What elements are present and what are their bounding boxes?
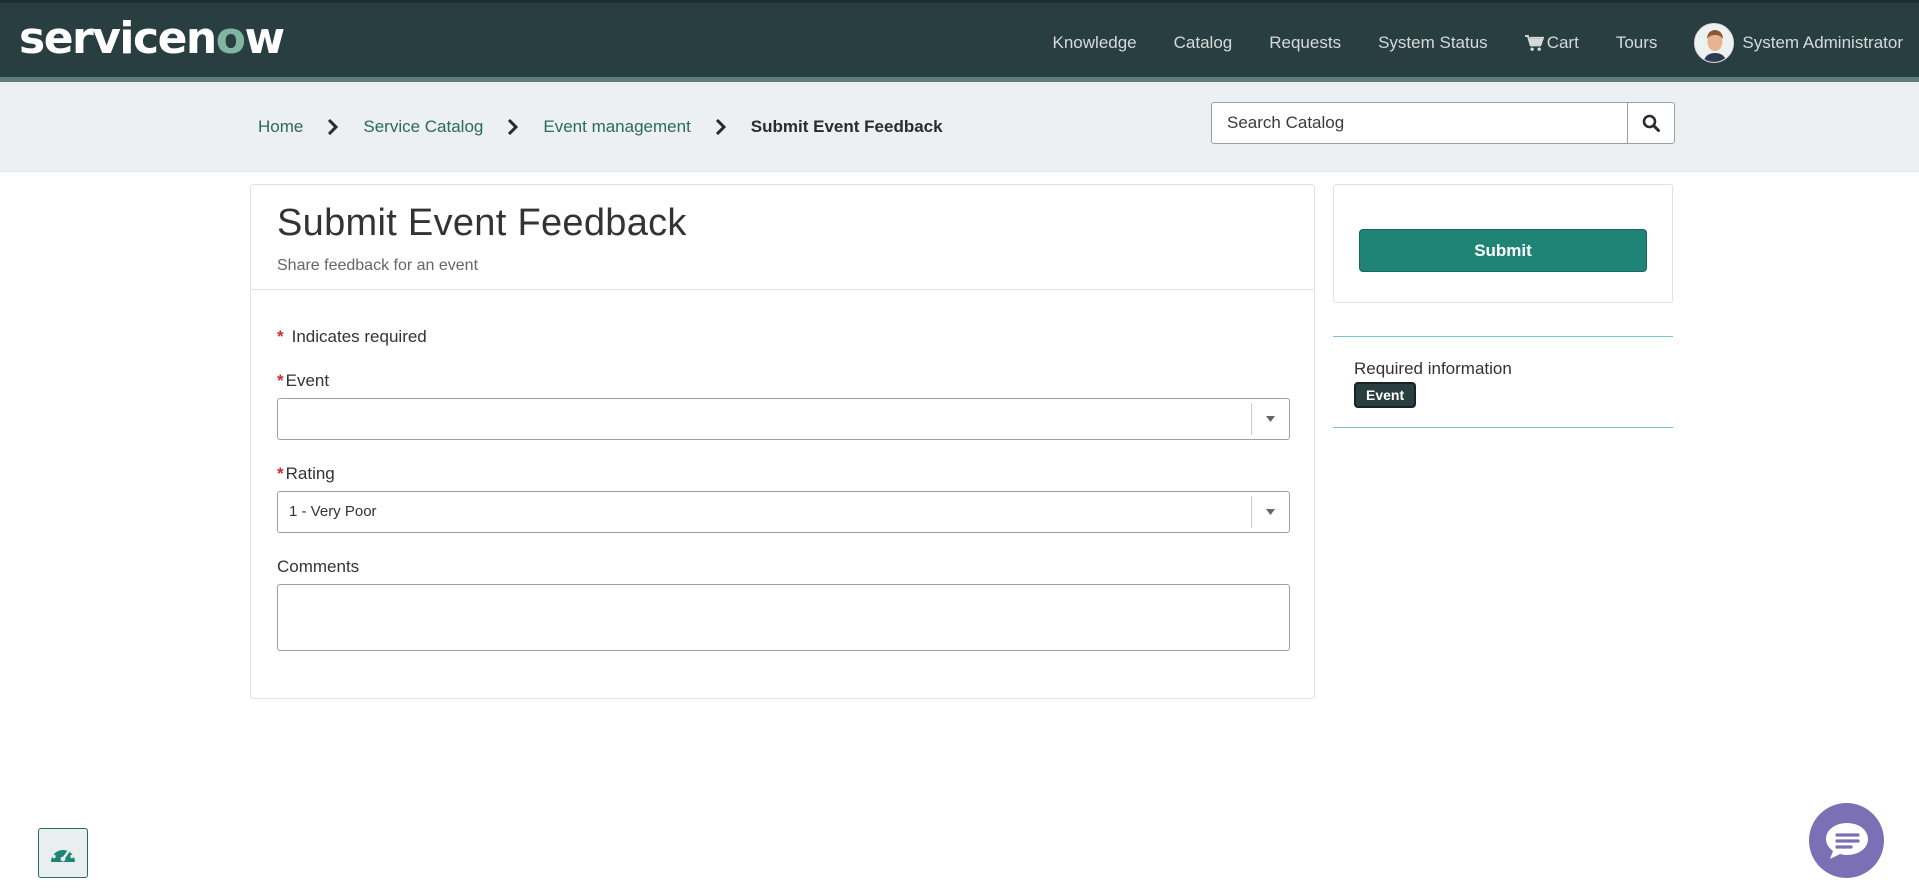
required-star: *	[277, 371, 284, 390]
event-label: * Event	[277, 371, 329, 391]
rating-select-value: 1 - Very Poor	[289, 503, 377, 520]
required-info-title: Required information	[1354, 359, 1512, 378]
catalog-item-form: Submit Event Feedback Share feedback for…	[250, 184, 1315, 699]
nav-system-status[interactable]: System Status	[1378, 33, 1488, 53]
event-select[interactable]	[277, 398, 1290, 440]
form-header: Submit Event Feedback Share feedback for…	[251, 185, 1314, 290]
chat-icon	[1825, 822, 1868, 859]
nav-cart[interactable]: Cart	[1524, 33, 1579, 53]
nav-catalog[interactable]: Catalog	[1174, 33, 1233, 53]
rating-label: * Rating	[277, 464, 335, 484]
search-catalog	[1211, 102, 1675, 144]
top-header: servicenow Knowledge Catalog Requests Sy…	[0, 0, 1919, 80]
chevron-down-icon	[1251, 496, 1289, 528]
order-panel: Submit	[1333, 184, 1673, 303]
required-star: *	[277, 327, 284, 346]
submit-button[interactable]: Submit	[1359, 229, 1647, 272]
virtual-agent-chat-button[interactable]	[1809, 803, 1884, 878]
user-name: System Administrator	[1742, 33, 1903, 52]
breadcrumb-current: Submit Event Feedback	[750, 117, 943, 136]
required-note-text: Indicates required	[291, 327, 427, 346]
breadcrumb-home[interactable]: Home	[258, 117, 303, 137]
servicenow-logo[interactable]: servicenow	[19, 15, 285, 63]
comments-label: Comments	[277, 557, 360, 576]
rating-label-text: Rating	[285, 464, 335, 483]
event-label-text: Event	[285, 371, 330, 390]
required-information: Required information Event	[1333, 336, 1673, 428]
search-icon	[1642, 114, 1660, 132]
required-note: * Indicates required	[277, 327, 427, 347]
avatar	[1694, 23, 1735, 63]
breadcrumb-bar: Home Service Catalog Event management Su…	[0, 82, 1919, 172]
nav-requests[interactable]: Requests	[1269, 33, 1341, 53]
rating-select[interactable]: 1 - Very Poor	[277, 491, 1290, 533]
required-badge-event[interactable]: Event	[1354, 382, 1417, 408]
chevron-right-icon	[508, 119, 519, 135]
breadcrumb-event-management[interactable]: Event management	[543, 117, 690, 137]
chevron-right-icon	[328, 119, 339, 135]
user-menu[interactable]: System Administrator	[1694, 23, 1903, 63]
search-input[interactable]	[1212, 103, 1627, 143]
page-subtitle: Share feedback for an event	[277, 257, 479, 274]
breadcrumb-service-catalog[interactable]: Service Catalog	[363, 117, 483, 137]
search-button[interactable]	[1627, 103, 1674, 143]
comments-textarea[interactable]	[277, 584, 1290, 651]
required-star: *	[277, 464, 284, 483]
cart-icon	[1524, 34, 1544, 51]
dashboard-icon	[51, 845, 75, 862]
dashboard-button[interactable]	[38, 828, 88, 878]
nav-cart-label: Cart	[1546, 33, 1579, 52]
page-title: Submit Event Feedback	[277, 202, 687, 244]
chevron-down-icon	[1251, 403, 1289, 435]
nav-knowledge[interactable]: Knowledge	[1053, 33, 1137, 53]
chevron-right-icon	[715, 119, 726, 135]
top-nav: Knowledge Catalog Requests System Status…	[1016, 3, 1903, 83]
breadcrumb: Home Service Catalog Event management Su…	[258, 82, 943, 172]
nav-tours[interactable]: Tours	[1616, 33, 1658, 53]
